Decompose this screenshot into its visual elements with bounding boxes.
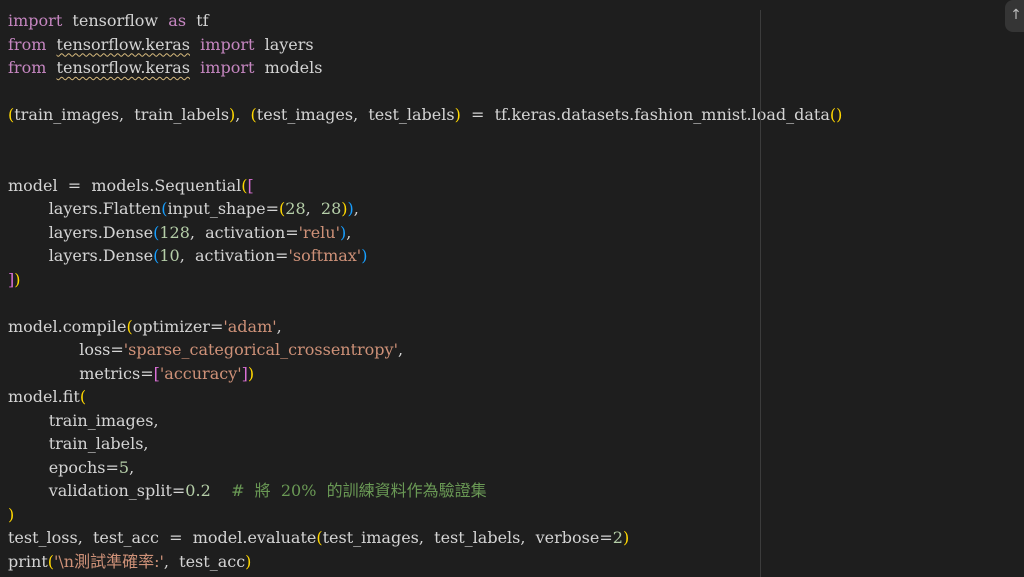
code-token: () — [829, 105, 843, 124]
code-line[interactable]: layers.Dense(10, activation='softmax') — [8, 244, 1024, 268]
code-token: ) — [245, 551, 252, 571]
code-token: train_labels, — [8, 434, 149, 453]
code-line[interactable]: (train_images, train_labels), (test_imag… — [8, 103, 1024, 127]
code-line[interactable]: import tensorflow as tf — [8, 9, 1024, 33]
code-line[interactable]: validation_split=0.2 # 將 20% 的訓練資料作為驗證集 — [8, 479, 1024, 503]
code-token: , — [346, 222, 352, 242]
code-token: 128 — [159, 222, 190, 242]
code-line[interactable]: model = models.Sequential([ — [8, 174, 1024, 198]
scroll-to-top-button[interactable]: ↑ — [1005, 0, 1024, 32]
code-token: from — [8, 58, 47, 77]
code-token: tensorflow.keras — [56, 58, 190, 77]
code-token: train_images, — [8, 410, 159, 430]
code-token: ) — [247, 363, 255, 383]
code-token: , — [305, 199, 321, 218]
code-token: , — [129, 457, 135, 477]
code-token: test_images, test_labels — [256, 105, 455, 124]
code-token: import — [200, 58, 255, 77]
code-token: 2 — [612, 528, 623, 547]
code-token: layers.Flatten — [8, 199, 162, 218]
code-token: metrics= — [8, 363, 154, 383]
code-token: import — [8, 11, 63, 30]
code-token: [ — [247, 175, 254, 195]
code-line[interactable]: test_loss, test_acc = model.evaluate(tes… — [8, 526, 1024, 550]
code-line[interactable] — [8, 127, 1024, 151]
code-token: import — [200, 34, 255, 54]
code-line[interactable]: train_labels, — [8, 432, 1024, 456]
code-line[interactable]: epochs=5, — [8, 456, 1024, 480]
code-token: input_shape= — [167, 199, 280, 218]
code-token: 10 — [159, 246, 180, 265]
code-token: , activation= — [189, 222, 299, 242]
code-token: tf — [186, 11, 209, 30]
code-token: 0.2 — [185, 481, 211, 500]
code-token: ) — [361, 246, 368, 265]
code-token: ( — [79, 387, 87, 406]
code-token: , activation= — [179, 246, 289, 265]
code-token: validation_split= — [8, 481, 186, 500]
code-line[interactable]: ]) — [8, 268, 1024, 292]
code-token: epochs= — [8, 457, 119, 477]
code-line[interactable]: metrics=['accuracy']) — [8, 362, 1024, 386]
code-line[interactable]: loss='sparse_categorical_crossentropy', — [8, 338, 1024, 362]
code-token: models — [254, 58, 323, 77]
code-token: 5 — [118, 457, 130, 477]
code-token: 'adam' — [223, 316, 277, 336]
code-token: , — [276, 316, 282, 336]
code-line[interactable]: train_images, — [8, 409, 1024, 433]
code-token: ) — [622, 528, 630, 547]
code-token: from — [8, 34, 47, 54]
code-token: 28 — [285, 199, 306, 218]
code-token: print — [8, 551, 48, 571]
code-token: # 將 20% 的訓練資料作為驗證集 — [231, 481, 487, 500]
code-token: tensorflow.keras — [56, 34, 190, 54]
code-token: , — [235, 105, 251, 124]
code-token: model = models.Sequential — [8, 175, 242, 195]
code-line[interactable]: layers.Flatten(input_shape=(28, 28)), — [8, 197, 1024, 221]
code-token: layers — [254, 34, 314, 54]
code-token: 28 — [320, 199, 342, 218]
vertical-ruler — [760, 10, 761, 577]
code-area[interactable]: import tensorflow as tf from tensorflow.k… — [8, 9, 1024, 573]
code-token: test_loss, test_acc = model.evaluate — [8, 528, 317, 547]
code-token: train_images, train_labels — [14, 105, 230, 124]
code-token: , — [353, 199, 359, 218]
code-token: test_images, test_labels, verbose= — [322, 528, 613, 547]
code-token: '\n測試準確率:' — [54, 551, 164, 571]
code-token: 'sparse_categorical_crossentropy' — [123, 340, 398, 359]
code-token: tensorflow — [62, 11, 169, 30]
code-token: , — [397, 340, 404, 359]
code-token: as — [168, 11, 187, 30]
code-line[interactable]: layers.Dense(128, activation='relu'), — [8, 221, 1024, 245]
code-token: 'accuracy' — [159, 363, 242, 383]
code-line[interactable]: print('\n測試準確率:', test_acc) — [8, 550, 1024, 574]
code-line[interactable]: from tensorflow.keras import models — [8, 56, 1024, 80]
code-token: optimizer= — [132, 316, 224, 336]
code-line[interactable]: ) — [8, 503, 1024, 527]
code-token: loss= — [8, 340, 124, 359]
code-token: 'softmax' — [288, 246, 362, 265]
code-token: 'relu' — [298, 222, 340, 242]
code-token: ) — [14, 269, 21, 289]
code-token: = tf.keras.datasets.fashion_mnist.load_d… — [460, 105, 830, 124]
code-line[interactable] — [8, 80, 1024, 104]
code-line[interactable]: from tensorflow.keras import layers — [8, 33, 1024, 57]
code-token: model.compile — [8, 316, 127, 336]
code-line[interactable]: model.fit( — [8, 385, 1024, 409]
code-token: layers.Dense — [8, 222, 154, 242]
code-token: model.fit — [8, 387, 80, 406]
code-token: ) — [8, 504, 15, 524]
code-token: layers.Dense — [8, 246, 154, 265]
code-line[interactable] — [8, 150, 1024, 174]
code-token: , test_acc — [163, 551, 246, 571]
arrow-up-icon: ↑ — [1010, 7, 1022, 23]
code-line[interactable]: model.compile(optimizer='adam', — [8, 315, 1024, 339]
code-editor[interactable]: import tensorflow as tf from tensorflow.k… — [0, 0, 1024, 577]
code-line[interactable] — [8, 291, 1024, 315]
